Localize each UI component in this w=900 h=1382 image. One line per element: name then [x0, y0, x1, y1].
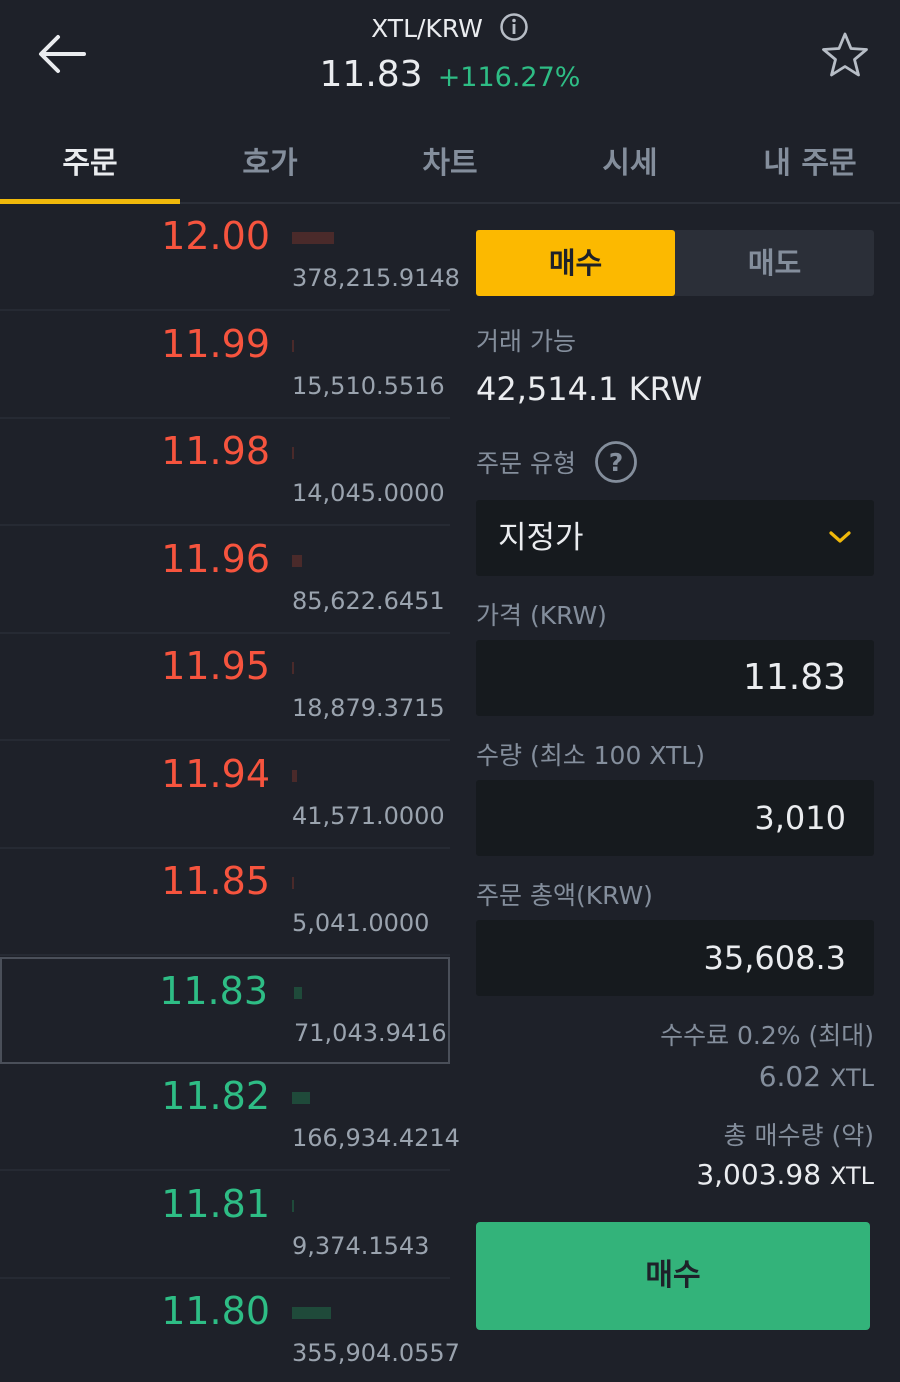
total-label: 주문 총액(KRW)	[476, 881, 653, 910]
buy-submit-button[interactable]: 매수	[476, 1222, 870, 1330]
price-summary: 11.83 +116.27%	[0, 54, 900, 95]
total-value: 35,608.3	[703, 939, 847, 977]
row-quantity: 18,879.3715	[292, 694, 445, 722]
fee-amount: 6.02 XTL	[759, 1060, 874, 1093]
orderbook-row[interactable]: 11.85 5,041.0000	[0, 849, 450, 956]
quantity-label: 수량 (최소 100 XTL)	[476, 741, 705, 770]
total-qty-unit: XTL	[829, 1162, 874, 1190]
row-quantity: 355,904.0557	[292, 1339, 460, 1367]
pair-name: XTL/KRW	[371, 14, 483, 43]
buy-tab[interactable]: 매수	[476, 230, 675, 296]
pair-title: XTL/KRW	[0, 12, 900, 43]
price-input[interactable]: 11.83	[476, 640, 874, 716]
order-type-value: 지정가	[498, 520, 584, 556]
row-quantity: 14,045.0000	[292, 479, 445, 507]
total-qty-amount: 3,003.98 XTL	[696, 1158, 874, 1191]
orderbook-row[interactable]: 11.94 41,571.0000	[0, 742, 450, 849]
row-quantity: 85,622.6451	[292, 586, 445, 615]
row-price: 11.81	[161, 1181, 270, 1226]
orderbook-row[interactable]: 12.00 378,215.9148	[0, 204, 460, 311]
depth-bar	[292, 447, 294, 459]
depth-bar	[292, 554, 302, 567]
last-price: 11.83	[319, 54, 423, 95]
row-quantity: 378,215.9148	[292, 264, 460, 292]
depth-bar	[292, 232, 334, 244]
chevron-down-icon	[829, 531, 851, 543]
side-toggle: 매수 매도	[476, 230, 874, 296]
fee-value: 6.02	[758, 1060, 822, 1093]
depth-bar	[292, 1307, 332, 1319]
orderbook-row[interactable]: 11.95 18,879.3715	[0, 634, 450, 741]
row-quantity: 71,043.9416	[294, 1018, 447, 1047]
available-label: 거래 가능	[476, 327, 576, 356]
sell-tab[interactable]: 매도	[675, 230, 874, 296]
depth-bar	[294, 986, 302, 999]
depth-bar	[292, 1199, 294, 1212]
depth-bar	[292, 1092, 311, 1104]
orderbook-row[interactable]: 11.81 9,374.1543	[0, 1172, 450, 1279]
header: XTL/KRW 11.83 +116.27%	[0, 0, 900, 112]
depth-bar	[292, 339, 294, 352]
row-price: 11.83	[159, 968, 268, 1013]
tab-4[interactable]: 내 주문	[720, 112, 900, 202]
info-icon[interactable]	[499, 12, 529, 42]
fee-unit: XTL	[829, 1064, 874, 1092]
total-qty-value: 3,003.98	[696, 1158, 822, 1191]
orderbook-row[interactable]: 11.96 85,622.6451	[0, 527, 450, 634]
tab-1[interactable]: 호가	[180, 112, 360, 202]
help-icon[interactable]: ?	[594, 440, 638, 484]
orderbook-row[interactable]: 11.98 14,045.0000	[0, 419, 450, 526]
row-price: 11.99	[161, 321, 270, 366]
tab-bar: 주문 호가 차트 시세 내 주문	[0, 112, 900, 204]
quantity-input[interactable]: 3,010	[476, 780, 874, 856]
row-price: 11.96	[161, 536, 270, 581]
price-value: 11.83	[742, 657, 846, 698]
row-price: 11.82	[161, 1074, 270, 1118]
row-quantity: 9,374.1543	[292, 1231, 430, 1260]
depth-bar	[292, 769, 297, 782]
orderbook-row[interactable]: 11.80 355,904.0557	[0, 1279, 460, 1382]
row-price: 12.00	[161, 214, 270, 258]
row-quantity: 41,571.0000	[292, 801, 445, 830]
orderbook-row[interactable]: 11.99 15,510.5516	[0, 312, 450, 419]
price-label: 가격 (KRW)	[476, 601, 607, 630]
row-quantity: 5,041.0000	[292, 909, 430, 937]
row-price: 11.94	[161, 751, 270, 796]
help-glyph: ?	[609, 448, 624, 477]
order-book: 12.00 378,215.9148 11.99 15,510.5516 11.98 14…	[0, 204, 460, 1382]
row-quantity: 166,934.4214	[292, 1124, 460, 1152]
orderbook-row[interactable]: 11.82 166,934.4214	[0, 1064, 460, 1171]
favorite-star-icon[interactable]	[820, 30, 870, 80]
total-qty-label: 총 매수량 (약)	[723, 1121, 874, 1150]
row-quantity: 15,510.5516	[292, 371, 445, 400]
tab-0[interactable]: 주문	[0, 112, 180, 204]
row-price: 11.85	[161, 859, 270, 903]
row-price: 11.80	[161, 1289, 270, 1333]
available-balance: 42,514.1 KRW	[476, 370, 703, 408]
total-input[interactable]: 35,608.3	[476, 920, 874, 996]
order-type-label: 주문 유형	[476, 449, 576, 478]
tab-3[interactable]: 시세	[540, 112, 720, 202]
depth-bar	[292, 662, 295, 674]
fee-label: 수수료 0.2% (최대)	[660, 1021, 874, 1050]
tab-2[interactable]: 차트	[360, 112, 540, 202]
depth-bar	[292, 877, 294, 889]
order-type-select[interactable]: 지정가	[476, 500, 874, 576]
row-price: 11.98	[161, 429, 270, 473]
quantity-value: 3,010	[754, 799, 846, 837]
row-price: 11.95	[161, 644, 270, 688]
price-change: +116.27%	[437, 62, 581, 93]
orderbook-row-current[interactable]: 11.83 71,043.9416	[0, 956, 450, 1064]
